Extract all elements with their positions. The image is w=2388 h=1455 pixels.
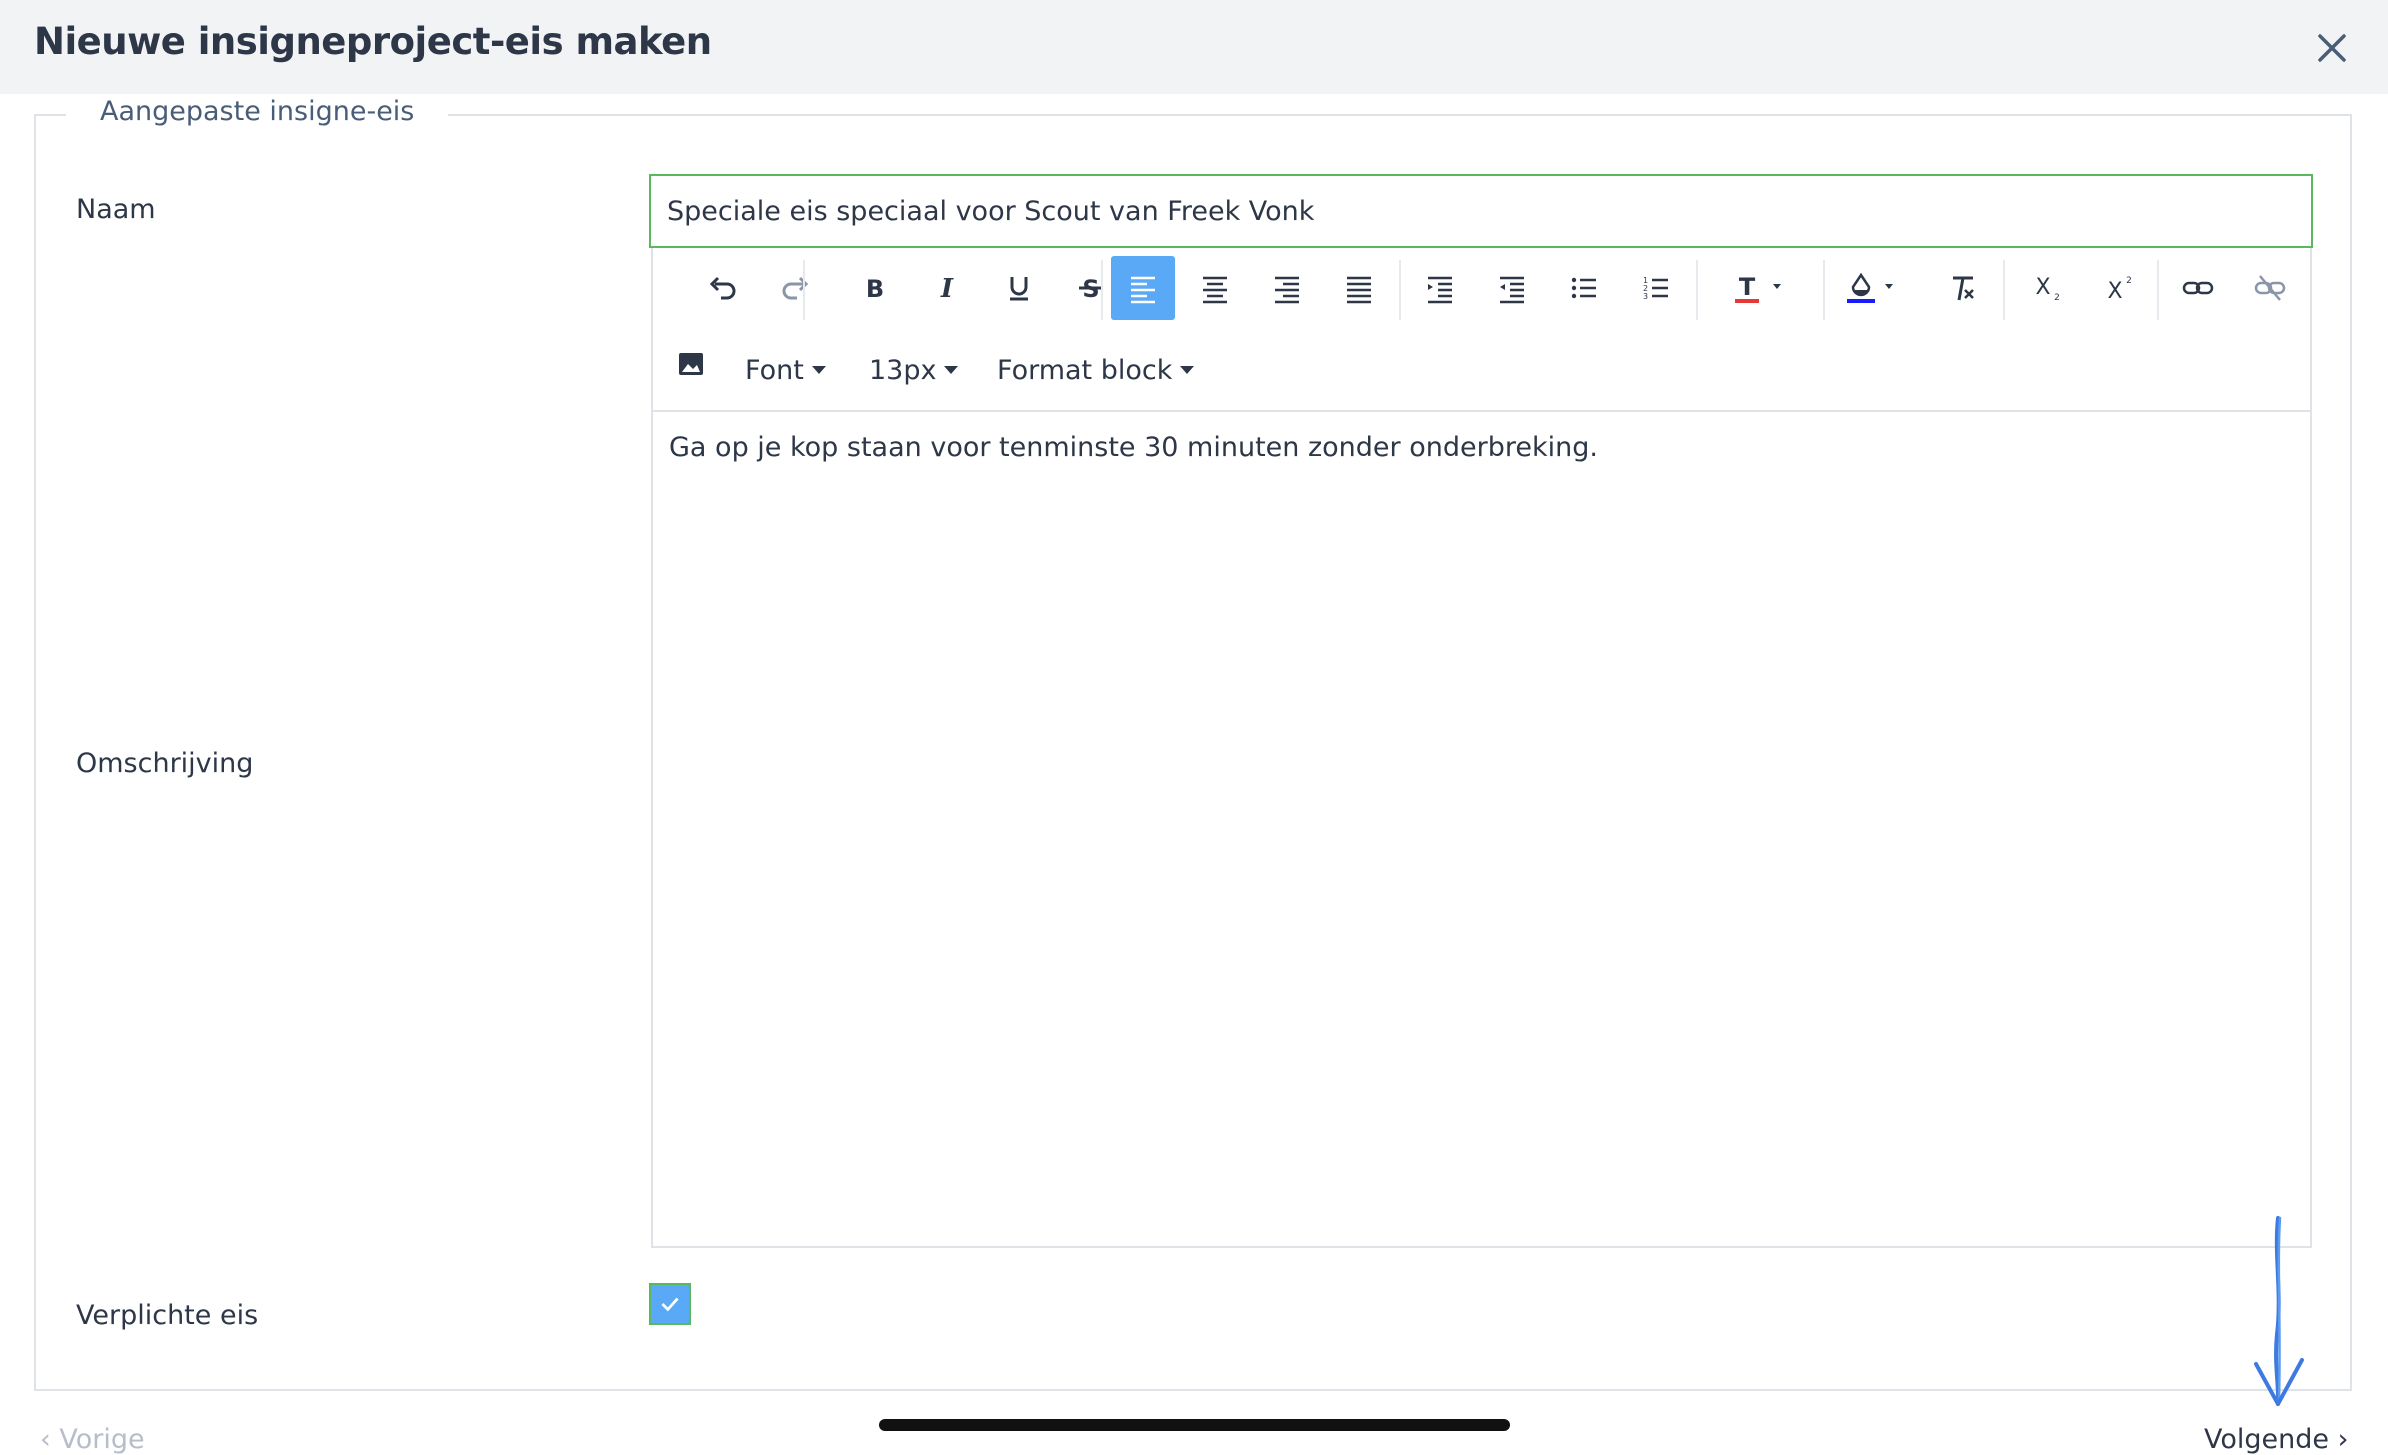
chevron-left-icon: ‹ bbox=[40, 1424, 60, 1455]
subscript-icon[interactable]: X2 bbox=[2015, 256, 2079, 320]
check-icon bbox=[661, 1297, 679, 1312]
required-checkbox[interactable] bbox=[649, 1283, 691, 1325]
svg-text:X: X bbox=[2107, 279, 2122, 304]
font-dropdown-label: Font bbox=[745, 354, 804, 386]
clear-format-icon[interactable] bbox=[1931, 256, 1995, 320]
font-size-dropdown[interactable]: 13px bbox=[869, 338, 959, 402]
chevron-down-icon bbox=[944, 366, 959, 374]
chevron-right-icon: › bbox=[2329, 1424, 2349, 1455]
editor-toolbar: B I S bbox=[653, 248, 2310, 324]
link-icon[interactable] bbox=[2166, 256, 2230, 320]
font-size-label: 13px bbox=[869, 354, 937, 386]
underline-icon[interactable] bbox=[987, 256, 1051, 320]
bullet-list-icon[interactable] bbox=[1552, 256, 1616, 320]
outdent-icon[interactable] bbox=[1480, 256, 1544, 320]
unlink-icon[interactable] bbox=[2238, 256, 2302, 320]
align-justify-icon[interactable] bbox=[1327, 256, 1391, 320]
arrow-down-icon bbox=[2254, 1216, 2304, 1406]
chevron-down-icon bbox=[811, 366, 826, 374]
dialog-header: Nieuwe insigneproject-eis maken bbox=[0, 0, 2388, 94]
name-input[interactable] bbox=[649, 174, 2313, 248]
font-dropdown[interactable]: Font bbox=[745, 338, 826, 402]
undo-icon[interactable] bbox=[691, 256, 755, 320]
format-block-dropdown[interactable]: Format block bbox=[997, 338, 1195, 402]
next-label: Volgende bbox=[2204, 1424, 2330, 1455]
image-icon[interactable] bbox=[659, 332, 723, 396]
svg-text:B: B bbox=[866, 275, 884, 303]
description-label: Omschrijving bbox=[76, 748, 254, 779]
format-block-label: Format block bbox=[997, 354, 1173, 386]
text-color-icon[interactable]: T bbox=[1715, 256, 1811, 320]
svg-text:2: 2 bbox=[2054, 293, 2060, 303]
chevron-down-icon bbox=[1180, 366, 1195, 374]
svg-text:X: X bbox=[2035, 275, 2050, 300]
svg-text:T: T bbox=[1739, 273, 1756, 301]
name-label: Naam bbox=[76, 194, 156, 225]
indent-icon[interactable] bbox=[1408, 256, 1472, 320]
align-left-icon[interactable] bbox=[1111, 256, 1175, 320]
editor-content-area[interactable]: Ga op je kop staan voor tenminste 30 min… bbox=[651, 410, 2312, 1248]
align-right-icon[interactable] bbox=[1255, 256, 1319, 320]
bold-icon[interactable]: B bbox=[843, 256, 907, 320]
numbered-list-icon[interactable]: 123 bbox=[1624, 256, 1688, 320]
redo-icon[interactable] bbox=[763, 256, 827, 320]
highlight-color-icon[interactable] bbox=[1827, 256, 1923, 320]
svg-text:3: 3 bbox=[1643, 292, 1648, 301]
italic-icon[interactable]: I bbox=[915, 256, 979, 320]
previous-button[interactable]: ‹ Vorige bbox=[40, 1424, 145, 1455]
next-button[interactable]: Volgende › bbox=[2204, 1424, 2348, 1455]
superscript-icon[interactable]: X2 bbox=[2087, 256, 2151, 320]
description-text: Ga op je kop staan voor tenminste 30 min… bbox=[669, 432, 1598, 463]
svg-text:I: I bbox=[940, 274, 954, 304]
dialog-title: Nieuwe insigneproject-eis maken bbox=[34, 20, 712, 63]
close-icon[interactable] bbox=[2312, 28, 2352, 68]
fieldset-legend: Aangepaste insigne-eis bbox=[66, 96, 449, 127]
svg-text:2: 2 bbox=[2126, 276, 2132, 286]
previous-label: Vorige bbox=[59, 1424, 145, 1455]
home-indicator bbox=[879, 1419, 1510, 1431]
align-center-icon[interactable] bbox=[1183, 256, 1247, 320]
required-label: Verplichte eis bbox=[76, 1300, 259, 1331]
